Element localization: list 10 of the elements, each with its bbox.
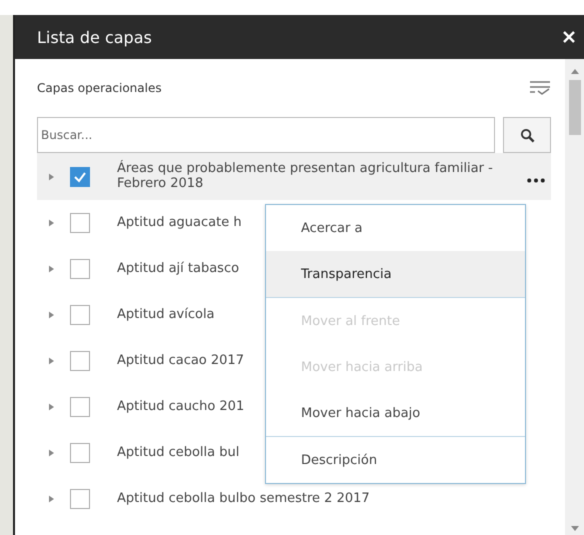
layer-label: Aptitud cebolla bulbo semestre 2 2017 [117, 492, 370, 506]
layer-label: Áreas que probablemente presentan agricultura familiar - Febrero 2018 [117, 162, 494, 191]
layer-label: Aptitud caucho 201 [117, 400, 244, 414]
section-title: Capas operacionales [37, 81, 162, 95]
layer-label: Aptitud ají tabasco [117, 262, 240, 276]
layer-label: Aptitud aguacate h [117, 216, 242, 230]
layer-label: Aptitud cebolla bul [117, 446, 240, 460]
layer-label: Aptitud cacao 2017 [117, 354, 244, 368]
window-title: Lista de capas [37, 28, 152, 46]
layer-label: Aptitud avícola [117, 308, 215, 322]
